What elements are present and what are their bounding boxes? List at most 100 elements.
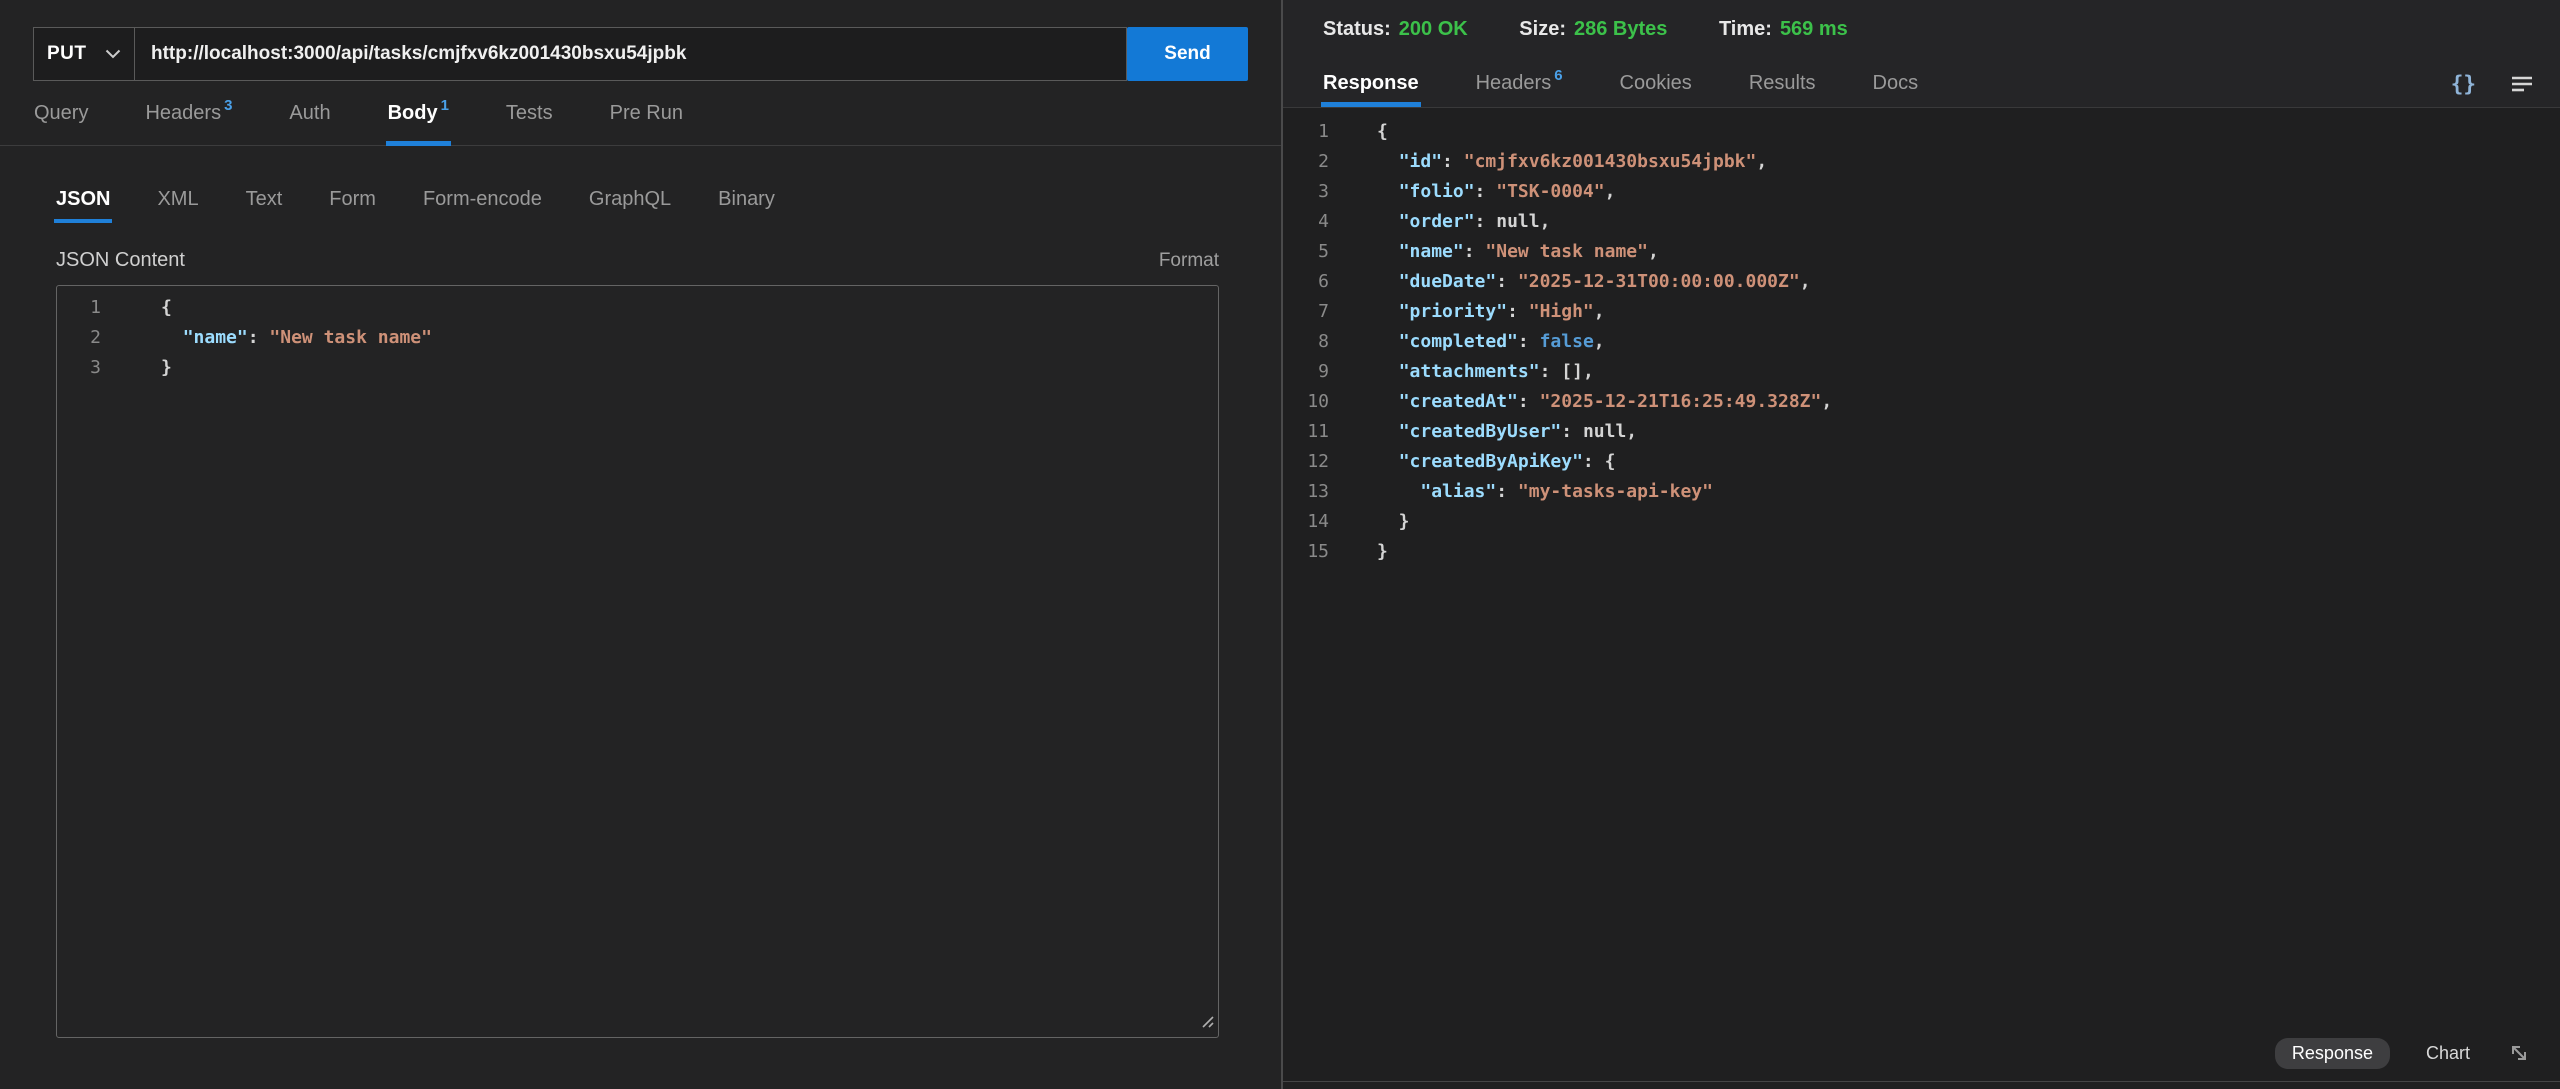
line-number: 3 (1283, 177, 1329, 207)
request-tabs: Query Headers3 Auth Body1 Tests Pre Run (0, 81, 1281, 146)
size-group: Size:286 Bytes (1519, 18, 1673, 40)
code-line: "dueDate": "2025-12-31T00:00:00.000Z", (1377, 267, 2560, 297)
tab-label: Cookies (1620, 72, 1692, 95)
code-line: } (1377, 537, 2560, 567)
tab-label: JSON (56, 188, 110, 210)
size-label: Size: (1519, 18, 1566, 40)
tab-text[interactable]: Text (246, 188, 283, 223)
chart-toggle-button[interactable]: Chart (2426, 1043, 2470, 1064)
code-line: "priority": "High", (1377, 297, 2560, 327)
response-tabs: Response Headers6 Cookies Results Docs {} (1283, 60, 2560, 107)
code-line: "folio": "TSK-0004", (1377, 177, 2560, 207)
code-line: } (1377, 507, 2560, 537)
editor-code: { "name": "New task name"} (123, 293, 1218, 1037)
line-number: 1 (57, 293, 101, 323)
tab-xml[interactable]: XML (157, 188, 198, 223)
tab-body[interactable]: Body1 (388, 81, 449, 145)
json-body-editor[interactable]: 123 { "name": "New task name"} (56, 285, 1219, 1038)
format-json-icon[interactable]: {} (2451, 72, 2476, 96)
code-line: "createdAt": "2025-12-21T16:25:49.328Z", (1377, 387, 2560, 417)
tab-badge: 1 (441, 97, 449, 114)
line-number: 12 (1283, 447, 1329, 477)
tab-response[interactable]: Response (1323, 60, 1419, 107)
chevron-down-icon (105, 49, 121, 59)
tab-label: Docs (1873, 72, 1919, 95)
code-line: "alias": "my-tasks-api-key" (1377, 477, 2560, 507)
code-line: "attachments": [], (1377, 357, 2560, 387)
tab-badge: 6 (1554, 67, 1562, 84)
json-content-label: JSON Content (56, 249, 185, 272)
request-body-area: JSONXMLTextFormForm-encodeGraphQLBinary … (0, 146, 1281, 1089)
tab-label: Body (388, 102, 438, 125)
url-input[interactable] (135, 27, 1127, 81)
line-number: 4 (1283, 207, 1329, 237)
format-button[interactable]: Format (1159, 250, 1219, 272)
tab-graphql[interactable]: GraphQL (589, 188, 671, 223)
response-status-bar: Status:200 OK Size:286 Bytes Time: 569 ms (1283, 0, 2560, 60)
api-client-app: PUT Send QueryHeaders3AuthBody1TestsPre … (0, 0, 2560, 1089)
code-line: "order": null, (1377, 207, 2560, 237)
resize-handle-icon[interactable] (1200, 1014, 1215, 1034)
tab-pre-run[interactable]: Pre Run (610, 81, 683, 145)
response-footer: Response Chart (1283, 1025, 2560, 1081)
tab-label: GraphQL (589, 188, 671, 210)
tab-headers[interactable]: Headers3 (145, 81, 232, 145)
tab-label: Headers (145, 102, 221, 125)
time-label: Time: (1719, 18, 1772, 40)
response-toggle-button[interactable]: Response (2275, 1038, 2390, 1069)
code-line: { (161, 293, 1218, 323)
status-label: Status: (1323, 18, 1391, 40)
time-group: Time: 569 ms (1719, 18, 1848, 40)
body-type-tabs: JSON XML Text Form Form-encode GraphQL Binary (56, 188, 1219, 223)
line-number: 13 (1283, 477, 1329, 507)
tab-docs[interactable]: Docs (1873, 60, 1919, 107)
tab-label: Binary (718, 188, 775, 210)
code-line: } (161, 353, 1218, 383)
line-number: 7 (1283, 297, 1329, 327)
tab-json[interactable]: JSON (56, 188, 110, 223)
tab-form-encode[interactable]: Form-encode (423, 188, 542, 223)
line-number: 10 (1283, 387, 1329, 417)
code-line: "createdByUser": null, (1377, 417, 2560, 447)
tab-label: Form-encode (423, 188, 542, 210)
code-line: "createdByApiKey": { (1377, 447, 2560, 477)
line-number: 6 (1283, 267, 1329, 297)
code-line: "completed": false, (1377, 327, 2560, 357)
method-label: PUT (47, 43, 87, 65)
send-button[interactable]: Send (1127, 27, 1248, 81)
tab-headers[interactable]: Headers6 (1476, 60, 1563, 107)
tab-query[interactable]: Query (34, 81, 88, 145)
tab-form[interactable]: Form (329, 188, 376, 223)
tab-results[interactable]: Results (1749, 60, 1816, 107)
tab-binary[interactable]: Binary (718, 188, 775, 223)
response-panel: Status:200 OK Size:286 Bytes Time: 569 ms… (1283, 0, 2560, 1089)
request-panel: PUT Send QueryHeaders3AuthBody1TestsPre … (0, 0, 1283, 1089)
request-bar: PUT Send (33, 27, 1248, 81)
line-number: 9 (1283, 357, 1329, 387)
expand-icon[interactable] (2506, 1040, 2532, 1066)
response-tab-icons: {} (2451, 72, 2534, 96)
code-line: "name": "New task name" (161, 323, 1218, 353)
line-number: 15 (1283, 537, 1329, 567)
response-line-numbers: 123456789101112131415 (1283, 117, 1343, 1025)
tab-label: Form (329, 188, 376, 210)
response-code: { "id": "cmjfxv6kz001430bsxu54jpbk", "fo… (1343, 117, 2560, 1025)
tab-label: Text (246, 188, 283, 210)
tab-tests[interactable]: Tests (506, 81, 553, 145)
line-number: 2 (1283, 147, 1329, 177)
tab-auth[interactable]: Auth (289, 81, 330, 145)
line-number: 5 (1283, 237, 1329, 267)
tab-cookies[interactable]: Cookies (1620, 60, 1692, 107)
tab-badge: 3 (224, 97, 232, 114)
tab-label: XML (157, 188, 198, 210)
line-number: 11 (1283, 417, 1329, 447)
status-group: Status:200 OK (1323, 18, 1473, 40)
wrap-lines-icon[interactable] (2510, 74, 2534, 94)
method-select[interactable]: PUT (33, 27, 135, 81)
bottom-edge (1283, 1081, 2560, 1089)
line-number: 14 (1283, 507, 1329, 537)
tab-label: Auth (289, 102, 330, 125)
time-value: 569 ms (1780, 18, 1848, 40)
json-content-header: JSON Content Format (56, 249, 1219, 272)
code-line: "id": "cmjfxv6kz001430bsxu54jpbk", (1377, 147, 2560, 177)
